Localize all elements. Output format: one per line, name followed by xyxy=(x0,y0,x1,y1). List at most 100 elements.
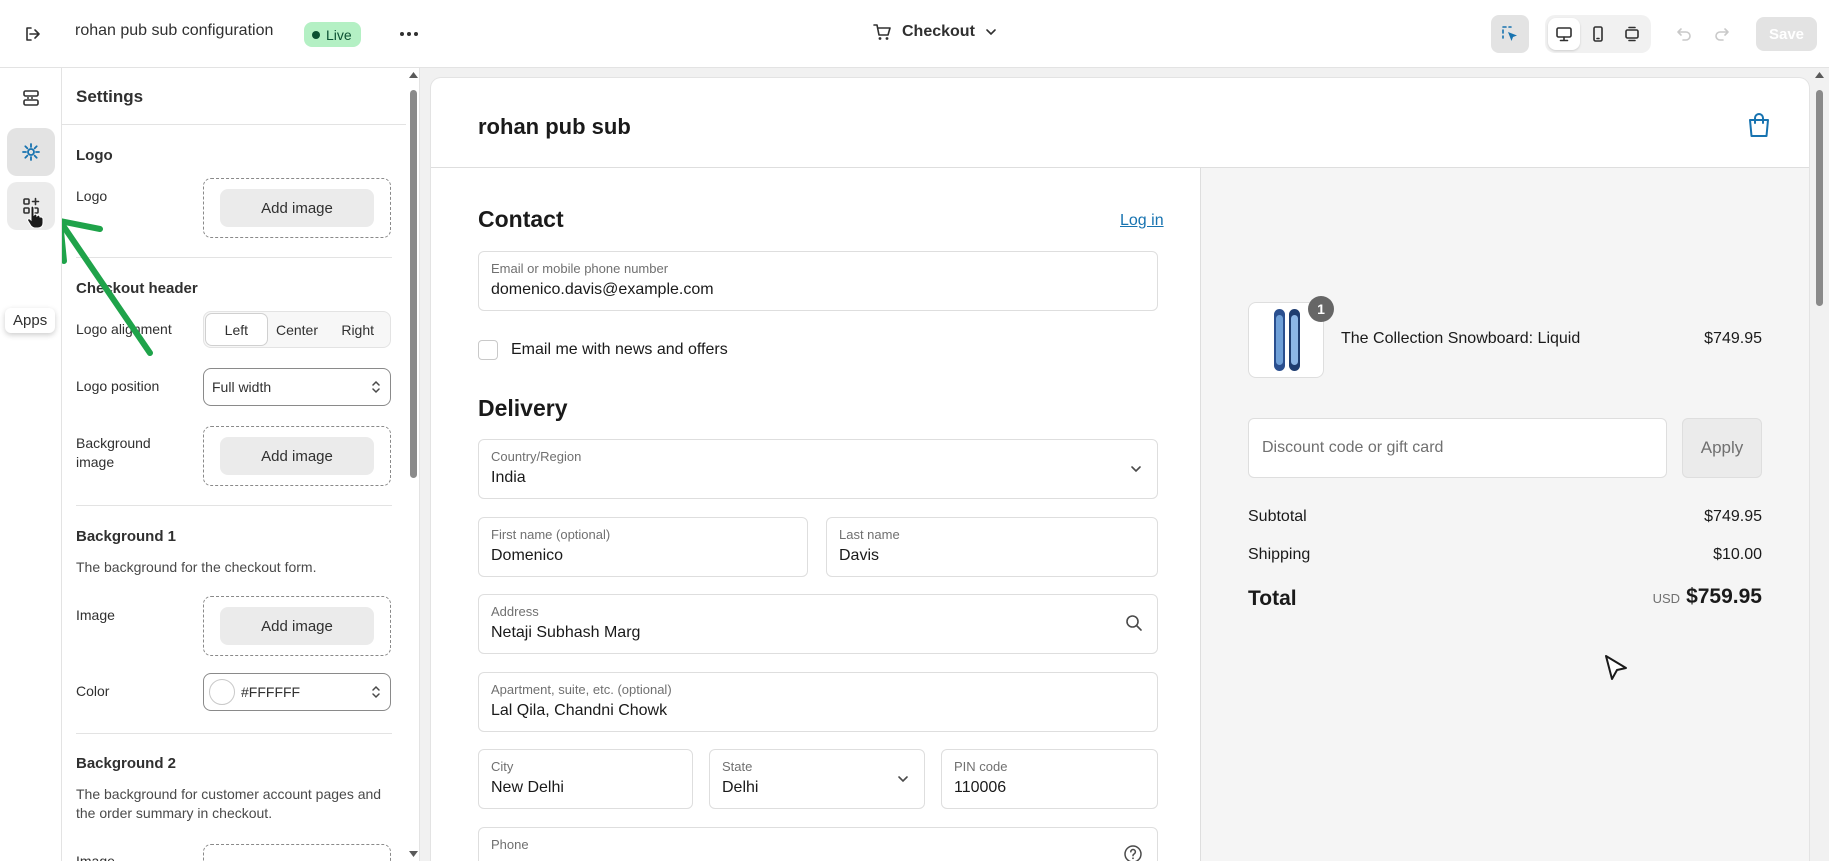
product-price: $749.95 xyxy=(1704,330,1762,347)
last-name-field[interactable]: Last name Davis xyxy=(826,517,1158,577)
background1-image-label: Image xyxy=(76,607,115,623)
apartment-label: Apartment, suite, etc. (optional) xyxy=(491,682,672,697)
background2-description: The background for customer account page… xyxy=(76,786,382,821)
newsletter-label: Email me with news and offers xyxy=(511,341,728,358)
first-name-field[interactable]: First name (optional) Domenico xyxy=(478,517,808,577)
logo-dropzone: Add image xyxy=(203,178,391,238)
desktop-icon xyxy=(1556,27,1572,42)
page-selector-label: Checkout xyxy=(902,23,975,40)
apartment-field[interactable]: Apartment, suite, etc. (optional) Lal Qi… xyxy=(478,672,1158,732)
newsletter-checkbox[interactable] xyxy=(478,340,498,360)
background-image-dropzone: Add image xyxy=(203,426,391,486)
shopping-bag-icon[interactable] xyxy=(1746,111,1772,139)
divider xyxy=(76,505,392,506)
preview-scrollbar[interactable] xyxy=(1810,68,1829,861)
undo-icon xyxy=(1677,28,1691,41)
left-rail: Apps xyxy=(0,68,62,861)
sections-button[interactable] xyxy=(7,74,55,122)
mobile-icon xyxy=(1593,26,1603,42)
align-right-option[interactable]: Right xyxy=(327,314,388,345)
background1-color-label: Color xyxy=(76,683,110,699)
state-select[interactable]: State Delhi xyxy=(709,749,925,809)
settings-scroll-thumb[interactable] xyxy=(410,90,417,478)
background1-title: Background 1 xyxy=(76,528,177,545)
select-arrows-icon xyxy=(372,685,380,699)
pointer-cursor-icon xyxy=(1605,655,1627,680)
mobile-view-button[interactable] xyxy=(1582,18,1614,50)
subtotal-value: $749.95 xyxy=(1704,508,1762,525)
theme-title: rohan pub sub configuration xyxy=(75,22,274,39)
login-link[interactable]: Log in xyxy=(1120,212,1164,230)
search-icon[interactable] xyxy=(1125,614,1143,632)
total-amount: USD $759.95 xyxy=(1653,585,1762,609)
page-selector[interactable]: Checkout xyxy=(872,22,997,42)
city-field[interactable]: City New Delhi xyxy=(478,749,693,809)
gear-icon xyxy=(22,143,40,161)
phone-field[interactable]: Phone xyxy=(478,827,1158,861)
first-name-value: Domenico xyxy=(491,547,564,564)
desktop-view-button[interactable] xyxy=(1548,18,1580,50)
settings-button[interactable] xyxy=(7,128,55,176)
exit-button[interactable] xyxy=(16,17,50,51)
background1-add-image-button[interactable]: Add image xyxy=(220,607,374,645)
preview-scroll-thumb[interactable] xyxy=(1816,90,1823,306)
phone-label: Phone xyxy=(491,837,529,852)
chevron-down-icon xyxy=(1131,466,1141,473)
apply-discount-button[interactable]: Apply xyxy=(1682,418,1762,478)
country-label: Country/Region xyxy=(491,449,582,464)
last-name-value: Davis xyxy=(839,547,880,564)
pin-code-field[interactable]: PIN code 110006 xyxy=(941,749,1158,809)
cart-icon xyxy=(873,24,891,40)
chevron-down-icon xyxy=(898,776,908,783)
background-add-image-button[interactable]: Add image xyxy=(220,437,374,475)
email-label: Email or mobile phone number xyxy=(491,261,669,276)
city-value: New Delhi xyxy=(491,779,564,796)
background1-image-dropzone: Add image xyxy=(203,596,391,656)
ellipsis-icon xyxy=(400,32,418,36)
city-label: City xyxy=(491,759,514,774)
discount-input[interactable]: Discount code or gift card xyxy=(1248,418,1667,478)
email-field[interactable]: Email or mobile phone number domenico.da… xyxy=(478,251,1158,311)
annotation-arrow-icon xyxy=(62,218,153,356)
scroll-up-icon xyxy=(1815,72,1824,78)
first-name-label: First name (optional) xyxy=(491,527,611,542)
save-button[interactable]: Save xyxy=(1756,17,1817,51)
background2-image-dropzone xyxy=(203,844,391,861)
order-summary: 1 The Collection Snowboard: Liquid $749.… xyxy=(1200,168,1809,861)
scroll-up-icon xyxy=(409,72,418,78)
align-left-option[interactable]: Left xyxy=(206,314,267,345)
apps-tooltip: Apps xyxy=(5,308,56,333)
product-name: The Collection Snowboard: Liquid xyxy=(1341,330,1581,347)
total-value: $759.95 xyxy=(1686,585,1762,608)
background1-description: The background for the checkout form. xyxy=(76,559,317,575)
align-center-option[interactable]: Center xyxy=(267,314,328,345)
background1-color-picker[interactable]: #FFFFFF xyxy=(203,673,391,711)
snowboard-image-icon xyxy=(1274,309,1300,371)
logo-add-image-button[interactable]: Add image xyxy=(220,189,374,227)
color-swatch[interactable] xyxy=(209,679,235,705)
select-arrows-icon xyxy=(372,380,380,394)
delivery-heading: Delivery xyxy=(478,395,568,421)
divider xyxy=(76,733,392,734)
undo-button[interactable] xyxy=(1667,17,1701,51)
settings-scrollbar[interactable] xyxy=(406,68,419,861)
live-label: Live xyxy=(326,26,352,43)
logo-label: Logo xyxy=(76,188,108,204)
sections-icon xyxy=(23,90,39,106)
more-actions-button[interactable] xyxy=(392,17,426,51)
inspector-button[interactable] xyxy=(1491,15,1529,53)
address-field[interactable]: Address Netaji Subhash Marg xyxy=(478,594,1158,654)
logo-position-select[interactable]: Full width xyxy=(203,368,391,406)
help-circle-icon[interactable] xyxy=(1123,844,1143,861)
state-value: Delhi xyxy=(722,779,759,796)
select-cursor-icon xyxy=(1502,26,1517,41)
background2-title: Background 2 xyxy=(76,755,177,772)
settings-header-divider xyxy=(62,124,406,125)
country-select[interactable]: Country/Region India xyxy=(478,439,1158,499)
redo-button[interactable] xyxy=(1705,17,1739,51)
quantity-badge: 1 xyxy=(1308,296,1334,322)
expand-vertical-icon xyxy=(1625,26,1639,42)
total-currency: USD xyxy=(1652,591,1681,606)
fullscreen-view-button[interactable] xyxy=(1616,18,1648,50)
redo-icon xyxy=(1715,28,1729,41)
